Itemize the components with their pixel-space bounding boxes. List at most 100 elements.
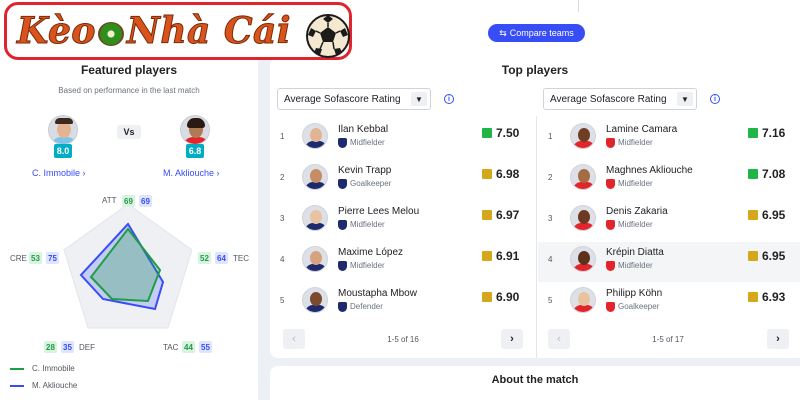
- logo-word-2: Nhà Cái: [126, 10, 292, 53]
- soccer-ball-icon: [306, 14, 350, 58]
- rating-indicator: [482, 128, 492, 138]
- caret-down-icon: ▼: [411, 92, 427, 106]
- right-prev-page-button[interactable]: ‹: [548, 329, 570, 349]
- player-name: Ilan Kebbal: [338, 124, 389, 135]
- chevron-right-icon: ›: [216, 168, 220, 178]
- legend-line-green: [10, 367, 24, 370]
- club-crest-icon: [606, 179, 615, 189]
- club-crest-icon: [606, 138, 615, 148]
- att-value-player1: 69: [122, 195, 135, 207]
- player-name: Moustapha Mbow: [338, 288, 417, 299]
- radar-axis-tec: TEC: [233, 254, 249, 263]
- player-rank: 3: [280, 214, 285, 223]
- player-row[interactable]: 3 Pierre Lees Melou Midfielder 6.97: [270, 201, 534, 241]
- player-row[interactable]: 4 Maxime López Midfielder 6.91: [270, 242, 534, 282]
- right-stat-dropdown[interactable]: Average Sofascore Rating ▼: [543, 88, 697, 110]
- player-avatar: [570, 164, 596, 190]
- left-next-page-button[interactable]: ›: [501, 329, 523, 349]
- radar-axis-att: ATT: [102, 196, 117, 205]
- rating-indicator: [482, 169, 492, 179]
- player-name: Philipp Köhn: [606, 288, 663, 299]
- kiwi-icon: [97, 22, 124, 46]
- chevron-left-icon: ‹: [292, 333, 296, 345]
- featured-subtitle: Based on performance in the last match: [58, 86, 200, 95]
- chevron-right-icon: ›: [510, 333, 514, 345]
- radar-axis-cre: CRE: [10, 254, 27, 263]
- player-row[interactable]: 1 Ilan Kebbal Midfielder 7.50: [270, 119, 534, 159]
- player-row[interactable]: 5 Moustapha Mbow Defender 6.90: [270, 283, 534, 323]
- cre-value-player1: 53: [29, 252, 42, 264]
- compare-icon: ⇆: [499, 27, 507, 38]
- player-name: Pierre Lees Melou: [338, 206, 420, 217]
- player-row[interactable]: 4 Krépin Diatta Midfielder 6.95: [538, 242, 800, 282]
- player-row[interactable]: 1 Lamine Camara Midfielder 7.16: [538, 119, 800, 159]
- player-rating: 6.95: [762, 249, 786, 263]
- legend-player1-label: C. Immobile: [32, 364, 75, 373]
- right-next-page-button[interactable]: ›: [767, 329, 789, 349]
- player2-link[interactable]: M. Akliouche ›: [163, 168, 220, 178]
- player1-avatar[interactable]: [48, 115, 78, 145]
- player2-avatar[interactable]: [180, 115, 210, 145]
- player-row[interactable]: 5 Philipp Köhn Goalkeeper 6.93: [538, 283, 800, 323]
- radar-axis-tac: TAC: [163, 343, 179, 352]
- info-icon[interactable]: i: [444, 94, 454, 104]
- player-rank: 4: [548, 255, 553, 264]
- tac-value-player2: 55: [199, 341, 212, 353]
- def-value-player2: 35: [61, 341, 74, 353]
- legend-player2-label: M. Akliouche: [32, 381, 78, 390]
- player-position: Midfielder: [618, 261, 653, 270]
- player-position: Goalkeeper: [350, 179, 392, 188]
- top-players-card: Top players Average Sofascore Rating ▼ i…: [270, 58, 800, 358]
- right-dropdown-label: Average Sofascore Rating: [550, 93, 667, 105]
- featured-title: Featured players: [80, 63, 178, 77]
- player-position: Midfielder: [350, 220, 385, 229]
- about-match-title: About the match: [491, 374, 579, 386]
- player-position: Midfielder: [618, 179, 653, 188]
- chevron-left-icon: ‹: [557, 333, 561, 345]
- player-name: Krépin Diatta: [606, 247, 664, 258]
- legend-player1: C. Immobile: [10, 364, 75, 373]
- radar-axis-def: DEF: [79, 343, 95, 352]
- att-value-player2: 69: [139, 195, 152, 207]
- attribute-radar-chart: [63, 203, 193, 329]
- player1-rating-badge: 8.0: [54, 144, 72, 158]
- player-rating: 6.91: [496, 249, 520, 263]
- player-rank: 5: [280, 296, 285, 305]
- player-avatar: [570, 287, 596, 313]
- player-rating: 6.93: [762, 290, 786, 304]
- player-avatar: [302, 123, 328, 149]
- compare-teams-label: Compare teams: [509, 28, 574, 38]
- compare-teams-button[interactable]: ⇆ Compare teams: [488, 24, 585, 42]
- player2-rating-badge: 6.8: [186, 144, 204, 158]
- player-row[interactable]: 2 Maghnes Akliouche Midfielder 7.08: [538, 160, 800, 200]
- rating-indicator: [748, 169, 758, 179]
- caret-down-icon: ▼: [677, 92, 693, 106]
- divider: [578, 0, 579, 12]
- player-rank: 3: [548, 214, 553, 223]
- player1-link[interactable]: C. Immobile ›: [32, 168, 86, 178]
- logo-text: Kèo Nhà Cái: [17, 10, 292, 53]
- left-prev-page-button[interactable]: ‹: [283, 329, 305, 349]
- player-row[interactable]: 3 Denis Zakaria Midfielder 6.95: [538, 201, 800, 241]
- player1-name: C. Immobile: [32, 168, 81, 178]
- rating-indicator: [748, 251, 758, 261]
- player-avatar: [302, 287, 328, 313]
- chevron-right-icon: ›: [776, 333, 780, 345]
- featured-players-panel: Featured players Based on performance in…: [0, 58, 258, 400]
- player-rating: 7.16: [762, 126, 786, 140]
- player-rating: 6.97: [496, 208, 520, 222]
- info-icon[interactable]: i: [710, 94, 720, 104]
- left-stat-dropdown[interactable]: Average Sofascore Rating ▼: [277, 88, 431, 110]
- tec-value-player2: 64: [215, 252, 228, 264]
- top-players-title: Top players: [501, 63, 569, 77]
- rating-indicator: [482, 210, 492, 220]
- club-crest-icon: [338, 179, 347, 189]
- player-row[interactable]: 2 Kevin Trapp Goalkeeper 6.98: [270, 160, 534, 200]
- player-rating: 6.98: [496, 167, 520, 181]
- club-crest-icon: [338, 302, 347, 312]
- player-avatar: [570, 123, 596, 149]
- club-crest-icon: [606, 261, 615, 271]
- site-logo[interactable]: Kèo Nhà Cái: [4, 2, 352, 60]
- player-name: Maghnes Akliouche: [606, 165, 693, 176]
- player-name: Denis Zakaria: [606, 206, 668, 217]
